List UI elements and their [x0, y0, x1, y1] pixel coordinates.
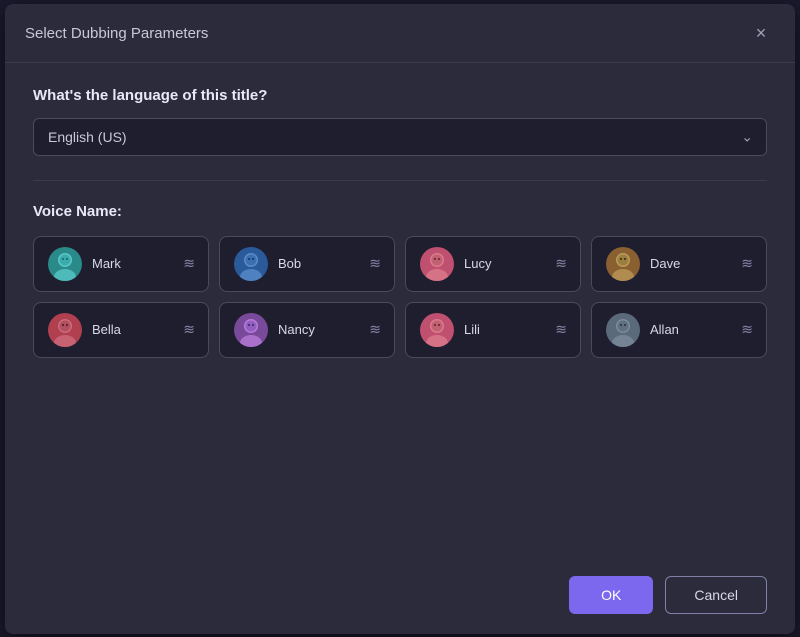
avatar-icon-dave: [606, 247, 640, 281]
voice-name-lili: Lili: [464, 322, 545, 337]
avatar-dave: [606, 247, 640, 281]
waveform-icon-allan: ≋: [741, 321, 752, 338]
voice-section-label: Voice Name:: [33, 203, 767, 220]
avatar-bella: [48, 313, 82, 347]
voice-card-dave[interactable]: Dave ≋: [591, 236, 767, 292]
avatar-lucy: [420, 247, 454, 281]
dialog-title: Select Dubbing Parameters: [25, 25, 208, 42]
voice-name-mark: Mark: [92, 256, 173, 271]
language-select[interactable]: English (US) Spanish French German Japan…: [33, 118, 767, 156]
avatar-mark: [48, 247, 82, 281]
voice-card-mark[interactable]: Mark ≋: [33, 236, 209, 292]
avatar-bob: [234, 247, 268, 281]
avatar-icon-lucy: [420, 247, 454, 281]
voice-name-dave: Dave: [650, 256, 731, 271]
voice-card-lili[interactable]: Lili ≋: [405, 302, 581, 358]
voice-grid: Mark ≋ Bob ≋: [33, 236, 767, 358]
avatar-icon-lili: [420, 313, 454, 347]
voice-name-bella: Bella: [92, 322, 173, 337]
waveform-icon-nancy: ≋: [369, 321, 380, 338]
section-divider: [33, 180, 767, 181]
avatar-icon-bella: [48, 313, 82, 347]
waveform-icon-mark: ≋: [183, 255, 194, 272]
avatar-icon-nancy: [234, 313, 268, 347]
avatar-allan: [606, 313, 640, 347]
voice-card-allan[interactable]: Allan ≋: [591, 302, 767, 358]
close-button[interactable]: ×: [747, 20, 775, 48]
dialog-footer: OK Cancel: [5, 560, 795, 634]
language-select-wrapper: English (US) Spanish French German Japan…: [33, 118, 767, 156]
avatar-lili: [420, 313, 454, 347]
waveform-icon-bella: ≋: [183, 321, 194, 338]
dialog-body: What's the language of this title? Engli…: [5, 63, 795, 560]
avatar-icon-allan: [606, 313, 640, 347]
waveform-icon-dave: ≋: [741, 255, 752, 272]
cancel-button[interactable]: Cancel: [665, 576, 767, 614]
waveform-icon-lucy: ≋: [555, 255, 566, 272]
voice-card-bella[interactable]: Bella ≋: [33, 302, 209, 358]
avatar-icon-bob: [234, 247, 268, 281]
avatar-icon-mark: [48, 247, 82, 281]
language-section-label: What's the language of this title?: [33, 87, 767, 104]
voice-card-lucy[interactable]: Lucy ≋: [405, 236, 581, 292]
voice-name-nancy: Nancy: [278, 322, 359, 337]
voice-name-lucy: Lucy: [464, 256, 545, 271]
voice-name-allan: Allan: [650, 322, 731, 337]
voice-name-bob: Bob: [278, 256, 359, 271]
avatar-nancy: [234, 313, 268, 347]
waveform-icon-bob: ≋: [369, 255, 380, 272]
dialog-header: Select Dubbing Parameters ×: [5, 4, 795, 63]
voice-card-bob[interactable]: Bob ≋: [219, 236, 395, 292]
ok-button[interactable]: OK: [569, 576, 653, 614]
voice-card-nancy[interactable]: Nancy ≋: [219, 302, 395, 358]
waveform-icon-lili: ≋: [555, 321, 566, 338]
dubbing-parameters-dialog: Select Dubbing Parameters × What's the l…: [5, 4, 795, 634]
